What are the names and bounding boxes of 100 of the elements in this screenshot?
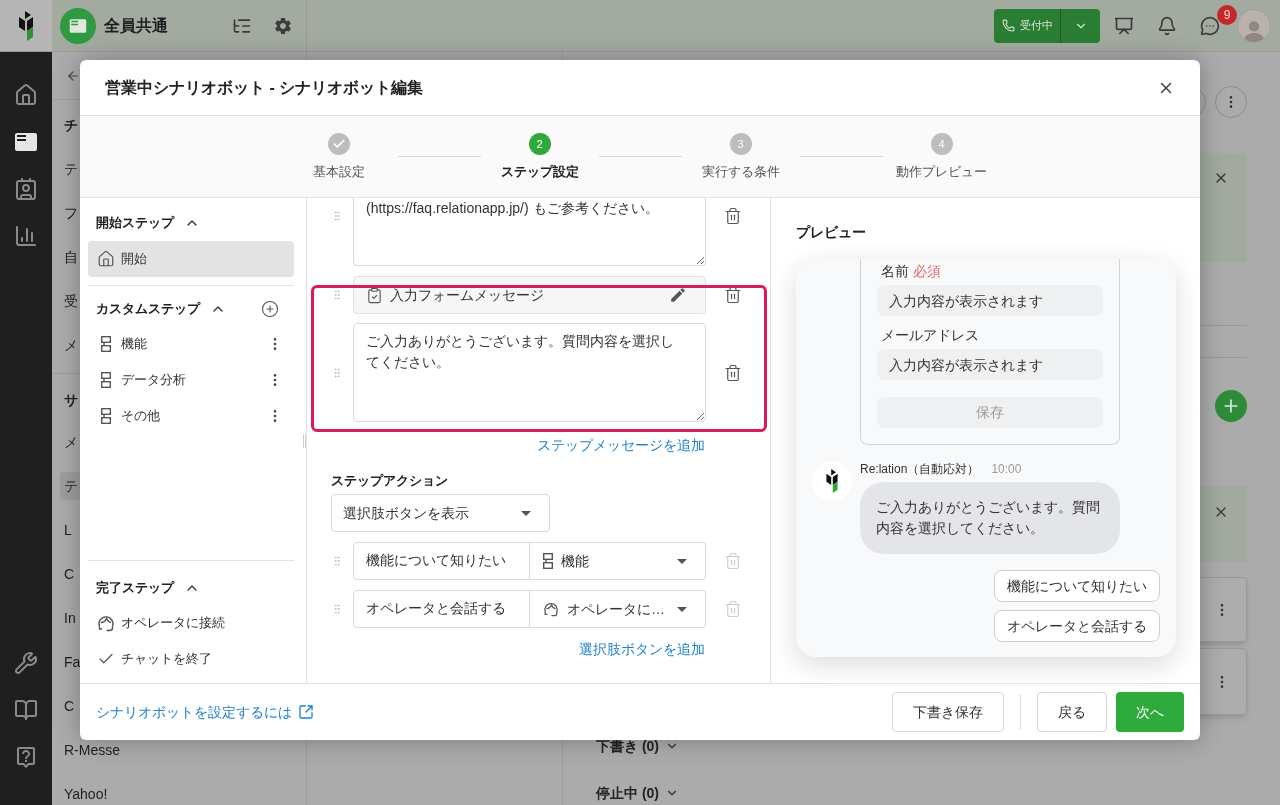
- list-item[interactable]: Yahoo!: [60, 780, 110, 805]
- list-item[interactable]: 受: [60, 287, 80, 315]
- list-item[interactable]: R-Messe: [60, 736, 122, 764]
- message-field[interactable]: (https://faq.relationapp.jp/) もご参考ください。: [353, 198, 706, 266]
- list-item[interactable]: C: [60, 692, 77, 720]
- step-number: 2: [528, 133, 551, 155]
- notification-badge: 9: [1217, 4, 1237, 25]
- list-item[interactable]: C: [60, 560, 77, 588]
- status-button[interactable]: 受付中: [994, 8, 1060, 43]
- delete-button[interactable]: [723, 206, 743, 226]
- logo-icon[interactable]: [0, 0, 52, 51]
- settings-icon[interactable]: [273, 15, 293, 36]
- add-button[interactable]: [1215, 390, 1247, 422]
- clipboard-check-icon: [366, 286, 383, 304]
- drag-handle-icon[interactable]: [331, 602, 343, 616]
- add-message-link[interactable]: ステップメッセージを追加: [537, 436, 705, 454]
- resize-handle[interactable]: [302, 433, 306, 448]
- step-item[interactable]: 開始: [88, 241, 294, 277]
- wrench-icon[interactable]: [14, 651, 38, 675]
- step-label: 実行する条件: [701, 163, 780, 181]
- drag-handle-icon[interactable]: [331, 209, 343, 223]
- step-number: 3: [729, 133, 752, 155]
- operator-icon: [543, 601, 559, 617]
- action-select[interactable]: 選択肢ボタンを表示: [331, 494, 550, 532]
- workspace-icon[interactable]: [60, 7, 96, 44]
- help-link[interactable]: シナリオボットを設定するには: [96, 701, 314, 723]
- list-item[interactable]: フ: [60, 199, 80, 227]
- field-label: メールアドレス: [881, 325, 979, 345]
- list-item[interactable]: In: [60, 604, 78, 632]
- choice-label-field[interactable]: 機能について知りたい: [353, 542, 530, 580]
- dialog-title: 営業中シナリオボット - シナリオボット編集: [105, 77, 424, 98]
- choice-button[interactable]: 機能について知りたい: [994, 570, 1160, 602]
- dropdown-caret-icon: [677, 558, 687, 564]
- contact-card-icon[interactable]: [14, 177, 38, 201]
- text-field[interactable]: 入力内容が表示されます: [877, 349, 1103, 380]
- add-choice-link[interactable]: 選択肢ボタンを追加: [579, 640, 705, 658]
- step-number: 4: [930, 133, 953, 155]
- section-title: カスタムステップ: [96, 300, 200, 319]
- list-icon[interactable]: [14, 130, 38, 154]
- step-node-icon: [101, 408, 111, 424]
- drag-handle-icon[interactable]: [331, 554, 343, 568]
- target-step-select[interactable]: オペレータに…: [530, 590, 706, 628]
- step-label: 動作プレビュー: [896, 163, 987, 181]
- message-bubble: ご入力ありがとうございます。質問内容を選択してください。: [860, 482, 1120, 554]
- trash-icon: [724, 363, 742, 382]
- step-item[interactable]: データ分析: [88, 362, 294, 398]
- home-icon: [97, 250, 115, 268]
- step-item[interactable]: 機能: [88, 326, 294, 362]
- help-icon[interactable]: [14, 745, 38, 769]
- step-node-icon: [101, 336, 111, 352]
- trash-icon: [724, 286, 742, 304]
- section-title: 完了ステップ: [96, 579, 174, 598]
- step-label: ステップ設定: [500, 163, 579, 181]
- pencil-icon[interactable]: [669, 286, 687, 304]
- section-title: 下書き (0): [596, 736, 659, 756]
- book-icon[interactable]: [14, 698, 38, 722]
- bar-chart-icon[interactable]: [14, 224, 38, 248]
- dropdown-caret-icon: [521, 510, 531, 516]
- operator-icon: [97, 614, 115, 632]
- footer-button[interactable]: 下書き保存: [892, 692, 1004, 732]
- list-item[interactable]: L: [60, 516, 74, 544]
- step-item[interactable]: オペレータに接続: [88, 605, 294, 641]
- text-field[interactable]: 入力内容が表示されます: [877, 285, 1103, 316]
- list-item[interactable]: メ: [60, 428, 80, 456]
- chat-icon[interactable]: [1200, 15, 1220, 36]
- list-item[interactable]: 自: [60, 243, 80, 271]
- whiteboard-icon[interactable]: [1114, 15, 1134, 36]
- message-field[interactable]: ご入力ありがとうございます。質問内容を選択してください。: [353, 323, 706, 422]
- dropdown-caret-icon: [677, 606, 687, 612]
- choice-button[interactable]: オペレータと会話する: [994, 610, 1160, 642]
- phone-icon: [1001, 19, 1015, 32]
- list-item[interactable]: Fa: [60, 648, 83, 676]
- bot-logo-icon: [812, 461, 852, 501]
- footer-button[interactable]: 戻る: [1037, 692, 1107, 732]
- trash-icon: [724, 600, 742, 618]
- sender-name: Re:lation（自動応対）: [860, 461, 980, 478]
- list-group-title: チ: [64, 115, 78, 135]
- list-item[interactable]: メ: [60, 331, 80, 359]
- step-label: 基本設定: [312, 163, 365, 181]
- external-link-icon: [298, 704, 314, 720]
- preview-title: プレビュー: [796, 223, 866, 242]
- delete-button[interactable]: [723, 285, 743, 305]
- drag-handle-icon[interactable]: [331, 365, 343, 380]
- required-label: 必須: [913, 261, 941, 281]
- list-item[interactable]: テ: [60, 472, 80, 500]
- trash-icon: [724, 552, 742, 570]
- status-dropdown-button[interactable]: [1060, 8, 1100, 43]
- step-item[interactable]: その他: [88, 398, 294, 434]
- step-item[interactable]: チャットを終了: [88, 641, 294, 677]
- list-group-title: サ: [64, 390, 78, 410]
- add-step-icon[interactable]: [261, 300, 279, 318]
- action-title: ステップアクション: [331, 472, 448, 490]
- drag-handle-icon[interactable]: [331, 288, 343, 302]
- home-icon[interactable]: [14, 83, 38, 107]
- list-item[interactable]: テ: [60, 155, 80, 183]
- bell-icon[interactable]: [1157, 15, 1177, 36]
- delete-button[interactable]: [723, 362, 743, 383]
- choice-label-field[interactable]: オペレータと会話する: [353, 590, 530, 628]
- target-step-select[interactable]: 機能: [530, 542, 706, 580]
- step-node-icon: [543, 553, 553, 569]
